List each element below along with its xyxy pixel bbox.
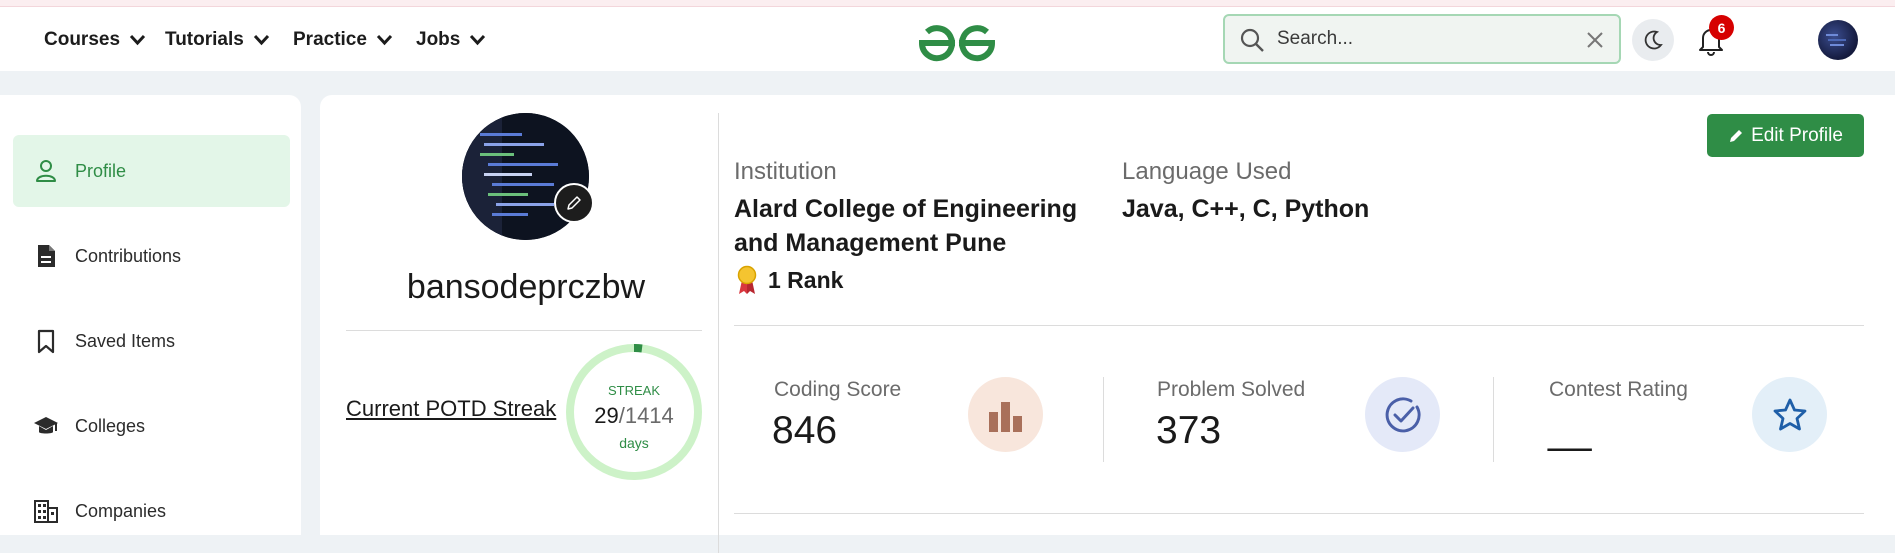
problem-solved-badge bbox=[1365, 377, 1440, 452]
document-icon bbox=[38, 245, 55, 267]
coding-score-label: Coding Score bbox=[774, 378, 902, 401]
search-icon bbox=[1240, 28, 1264, 52]
sidebar-item-colleges[interactable]: Colleges bbox=[13, 390, 290, 462]
nav-tutorials-label: Tutorials bbox=[165, 29, 244, 50]
chevron-down-icon bbox=[470, 34, 486, 46]
medal-icon bbox=[737, 265, 757, 294]
close-icon[interactable] bbox=[1585, 30, 1605, 50]
search-input[interactable] bbox=[1277, 26, 1567, 52]
coding-score-value: 846 bbox=[772, 409, 838, 452]
sidebar-item-label: Companies bbox=[75, 500, 167, 521]
institution-value: Alard College of Engineering and Managem… bbox=[734, 195, 1078, 257]
sidebar-item-label: Colleges bbox=[75, 415, 146, 436]
nav-tutorials[interactable]: Tutorials bbox=[165, 25, 270, 55]
streak-unit: days bbox=[619, 435, 649, 451]
language-value: Java, C++, C, Python bbox=[1122, 195, 1370, 223]
nav-practice[interactable]: Practice bbox=[293, 25, 393, 55]
gfg-logo[interactable] bbox=[918, 21, 996, 63]
pencil-icon bbox=[1730, 130, 1743, 142]
user-icon bbox=[36, 160, 56, 182]
chevron-down-icon bbox=[376, 34, 393, 46]
institution-label: Institution bbox=[734, 158, 837, 185]
sidebar-item-label: Profile bbox=[75, 160, 127, 181]
top-accent-line bbox=[0, 0, 1895, 7]
nav-practice-label: Practice bbox=[293, 29, 367, 50]
nav-jobs[interactable]: Jobs bbox=[416, 25, 486, 55]
divider bbox=[346, 330, 702, 331]
contest-rating-label: Contest Rating bbox=[1549, 378, 1688, 401]
theme-toggle-button[interactable] bbox=[1632, 19, 1674, 61]
avatar-image bbox=[1826, 34, 1846, 46]
pencil-icon bbox=[567, 196, 581, 210]
sidebar-item-companies[interactable]: Companies bbox=[13, 475, 290, 547]
nav-jobs-label: Jobs bbox=[416, 29, 461, 50]
divider bbox=[1103, 377, 1104, 462]
search-box[interactable] bbox=[1223, 14, 1621, 64]
chevron-down-icon bbox=[129, 34, 146, 46]
sidebar-item-label: Saved Items bbox=[75, 330, 176, 351]
rank-text: 1 Rank bbox=[768, 266, 844, 293]
star-icon bbox=[1773, 398, 1806, 430]
coding-score-badge bbox=[968, 377, 1043, 452]
nav-courses[interactable]: Courses bbox=[44, 25, 146, 55]
edit-profile-button[interactable]: Edit Profile bbox=[1707, 114, 1864, 157]
sidebar-item-contributions[interactable]: Contributions bbox=[13, 220, 290, 292]
language-label: Language Used bbox=[1122, 158, 1292, 185]
contest-rating-badge bbox=[1752, 377, 1827, 452]
graduation-cap-icon bbox=[34, 417, 58, 434]
notification-badge: 6 bbox=[1709, 15, 1734, 40]
bookmark-icon bbox=[37, 329, 55, 354]
sidebar: Profile Contributions Saved Items Colleg… bbox=[0, 95, 301, 535]
divider bbox=[718, 113, 719, 553]
top-header: Courses Tutorials Practice Jobs Search..… bbox=[0, 7, 1895, 71]
edit-profile-label: Edit Profile bbox=[1751, 124, 1843, 146]
moon-icon bbox=[1644, 30, 1663, 50]
profile-panel: bansodeprczbw Current POTD Streak STREAK… bbox=[320, 95, 1895, 553]
streak-value: 29/1414 bbox=[564, 403, 704, 429]
sidebar-item-profile[interactable]: Profile bbox=[13, 135, 290, 207]
streak-total: 1414 bbox=[624, 403, 674, 428]
nav-courses-label: Courses bbox=[44, 29, 121, 50]
streak-title: STREAK bbox=[607, 383, 660, 398]
chevron-down-icon bbox=[253, 34, 269, 46]
building-icon bbox=[34, 500, 58, 523]
divider bbox=[1493, 377, 1494, 462]
rank-badge: 1 Rank bbox=[736, 265, 843, 295]
problem-solved-value: 373 bbox=[1156, 409, 1222, 452]
profile-username: bansodeprczbw bbox=[406, 268, 646, 306]
avatar[interactable] bbox=[1818, 20, 1858, 60]
check-circle-icon bbox=[1385, 396, 1421, 432]
sidebar-item-saved-items[interactable]: Saved Items bbox=[13, 305, 290, 377]
contest-rating-value: __ bbox=[1548, 409, 1592, 452]
sidebar-item-label: Contributions bbox=[75, 245, 182, 266]
streak-current: 29 bbox=[594, 403, 619, 428]
divider bbox=[734, 513, 1864, 514]
bar-chart-icon bbox=[988, 401, 1022, 432]
potd-streak-link[interactable]: Current POTD Streak bbox=[346, 396, 556, 422]
edit-avatar-button[interactable] bbox=[554, 183, 594, 223]
problem-solved-label: Problem Solved bbox=[1157, 378, 1306, 401]
divider bbox=[734, 325, 1864, 326]
